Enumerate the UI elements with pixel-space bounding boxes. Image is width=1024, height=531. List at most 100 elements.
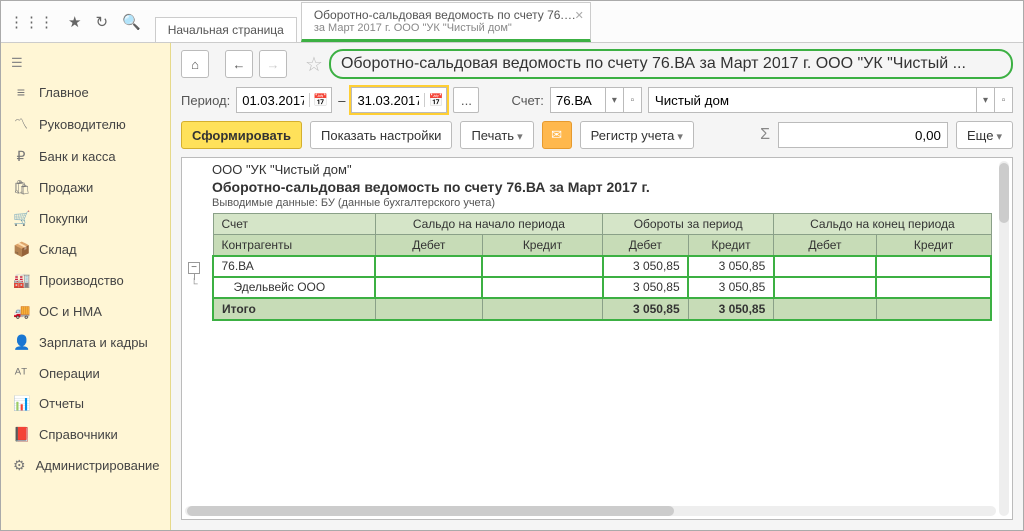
search-icon[interactable]: 🔍 xyxy=(122,13,141,31)
table-row[interactable]: 76.ВА 3 050,85 3 050,85 xyxy=(213,256,991,277)
org-dropdown[interactable]: ▾ xyxy=(977,87,995,113)
sidebar: ☰ ≡Главное 〽 Руководителю ₽ Банк и касса 🛍… xyxy=(1,43,171,530)
favorite-icon[interactable]: ☆ xyxy=(305,52,323,77)
account-label: Счет: xyxy=(511,93,543,108)
collapse-icon[interactable]: − xyxy=(188,262,200,274)
tab-label: Начальная страница xyxy=(168,23,284,37)
range-dash: – xyxy=(338,93,345,108)
ops-icon: ᴬᵀ xyxy=(13,365,29,381)
history-icon[interactable]: ↻ xyxy=(95,13,108,31)
sidebar-item-label: Производство xyxy=(39,273,124,288)
book-icon: 📕 xyxy=(13,426,29,443)
cell: 3 050,85 xyxy=(603,256,689,277)
tab-report[interactable]: Оборотно-сальдовая ведомость по счету 76… xyxy=(301,2,591,42)
col-credit: Кредит xyxy=(688,235,774,256)
register-button[interactable]: Регистр учета xyxy=(580,121,694,149)
account-input[interactable] xyxy=(550,87,606,113)
cell xyxy=(876,298,991,320)
person-icon: 👤 xyxy=(13,334,29,351)
date-to-field[interactable]: 📅 xyxy=(351,87,447,113)
sidebar-item-purchases[interactable]: 🛒Покупки xyxy=(1,203,170,234)
cell xyxy=(774,256,876,277)
sidebar-item-sales[interactable]: 🛍Продажи xyxy=(1,172,170,203)
tab-home[interactable]: Начальная страница xyxy=(155,17,297,42)
col-contractors: Контрагенты xyxy=(213,235,375,256)
run-button[interactable]: Сформировать xyxy=(181,121,302,149)
sidebar-item-label: Зарплата и кадры xyxy=(39,335,148,350)
cell: 3 050,85 xyxy=(688,256,774,277)
col-debit: Дебет xyxy=(375,235,482,256)
col-account: Счет xyxy=(213,214,375,235)
cell: 3 050,85 xyxy=(603,277,689,299)
cell xyxy=(774,298,876,320)
col-debit: Дебет xyxy=(603,235,689,256)
sidebar-item-operations[interactable]: ᴬᵀ Операции xyxy=(1,358,170,388)
tree-end-icon: └ xyxy=(188,280,200,292)
scrollbar-vertical[interactable] xyxy=(999,161,1009,516)
more-button[interactable]: Еще xyxy=(956,121,1013,149)
sum-input[interactable] xyxy=(778,122,948,148)
cell-name: Эдельвейс ООО xyxy=(213,277,375,299)
org-input[interactable] xyxy=(648,87,977,113)
period-picker-button[interactable]: ... xyxy=(453,87,479,113)
sidebar-item-reports[interactable]: 📊Отчеты xyxy=(1,388,170,419)
scrollbar-horizontal[interactable] xyxy=(185,506,996,516)
sidebar-item-label: Банк и касса xyxy=(39,149,116,164)
date-to-input[interactable] xyxy=(352,93,424,108)
report-org: ООО "УК "Чистый дом" xyxy=(212,162,992,177)
report-area: − └ ООО "УК "Чистый дом" Оборотно-сальдо… xyxy=(181,157,1013,520)
cell xyxy=(774,277,876,299)
sidebar-item-bank[interactable]: ₽ Банк и касса xyxy=(1,141,170,172)
sidebar-item-stock[interactable]: 📦Склад xyxy=(1,234,170,265)
calendar-icon[interactable]: 📅 xyxy=(309,93,331,107)
sidebar-item-label: ОС и НМА xyxy=(39,304,102,319)
cell: 3 050,85 xyxy=(603,298,689,320)
calendar-icon[interactable]: 📅 xyxy=(424,93,446,107)
chart-icon: 〽 xyxy=(13,114,29,134)
truck-icon: 🚚 xyxy=(13,303,29,320)
sidebar-item-main[interactable]: ≡Главное xyxy=(1,77,170,107)
home-icon: ≡ xyxy=(13,84,29,100)
account-open[interactable]: ▫ xyxy=(624,87,642,113)
sidebar-item-admin[interactable]: ⚙Администрирование xyxy=(1,450,170,481)
sidebar-item-label: Операции xyxy=(39,366,100,381)
sidebar-item-production[interactable]: 🏭 Производство xyxy=(1,265,170,296)
cell: 3 050,85 xyxy=(688,298,774,320)
sigma-icon: Σ xyxy=(760,126,770,144)
close-icon[interactable]: ✕ xyxy=(575,9,584,22)
sidebar-item-assets[interactable]: 🚚 ОС и НМА xyxy=(1,296,170,327)
account-dropdown[interactable]: ▾ xyxy=(606,87,624,113)
cart-icon: 🛒 xyxy=(13,210,29,227)
forward-button[interactable]: → xyxy=(259,50,287,78)
sidebar-item-label: Администрирование xyxy=(36,458,160,473)
date-from-field[interactable]: 📅 xyxy=(236,87,332,113)
email-button[interactable]: ✉ xyxy=(542,121,572,149)
org-open[interactable]: ▫ xyxy=(995,87,1013,113)
cell-name: 76.ВА xyxy=(213,256,375,277)
report-note: Выводимые данные: БУ (данные бухгалтерск… xyxy=(212,197,992,209)
menu-icon[interactable]: ☰ xyxy=(1,49,170,77)
tab-label: Оборотно-сальдовая ведомость по счету 76… xyxy=(314,8,578,22)
date-from-input[interactable] xyxy=(237,93,309,108)
sidebar-item-label: Руководителю xyxy=(39,117,126,132)
ruble-icon: ₽ xyxy=(13,148,29,165)
sidebar-item-payroll[interactable]: 👤 Зарплата и кадры xyxy=(1,327,170,358)
home-button[interactable]: ⌂ xyxy=(181,50,209,78)
cell xyxy=(482,298,602,320)
show-settings-button[interactable]: Показать настройки xyxy=(310,121,452,149)
apps-icon[interactable]: ⋮⋮⋮ xyxy=(9,13,54,31)
sidebar-item-catalogs[interactable]: 📕Справочники xyxy=(1,419,170,450)
col-debit: Дебет xyxy=(774,235,876,256)
back-button[interactable]: ← xyxy=(225,50,253,78)
report-table: Счет Сальдо на начало периода Обороты за… xyxy=(212,213,992,321)
sidebar-item-label: Продажи xyxy=(39,180,93,195)
print-button[interactable]: Печать xyxy=(460,121,533,149)
table-row[interactable]: Эдельвейс ООО 3 050,85 3 050,85 xyxy=(213,277,991,299)
star-icon[interactable]: ★ xyxy=(68,13,81,31)
box-icon: 📦 xyxy=(13,241,29,258)
factory-icon: 🏭 xyxy=(13,272,29,289)
cell xyxy=(482,256,602,277)
report-title: Оборотно-сальдовая ведомость по счету 76… xyxy=(212,179,992,195)
sidebar-item-manager[interactable]: 〽 Руководителю xyxy=(1,107,170,141)
tab-sublabel: за Март 2017 г. ООО "УК "Чистый дом" xyxy=(314,22,578,34)
